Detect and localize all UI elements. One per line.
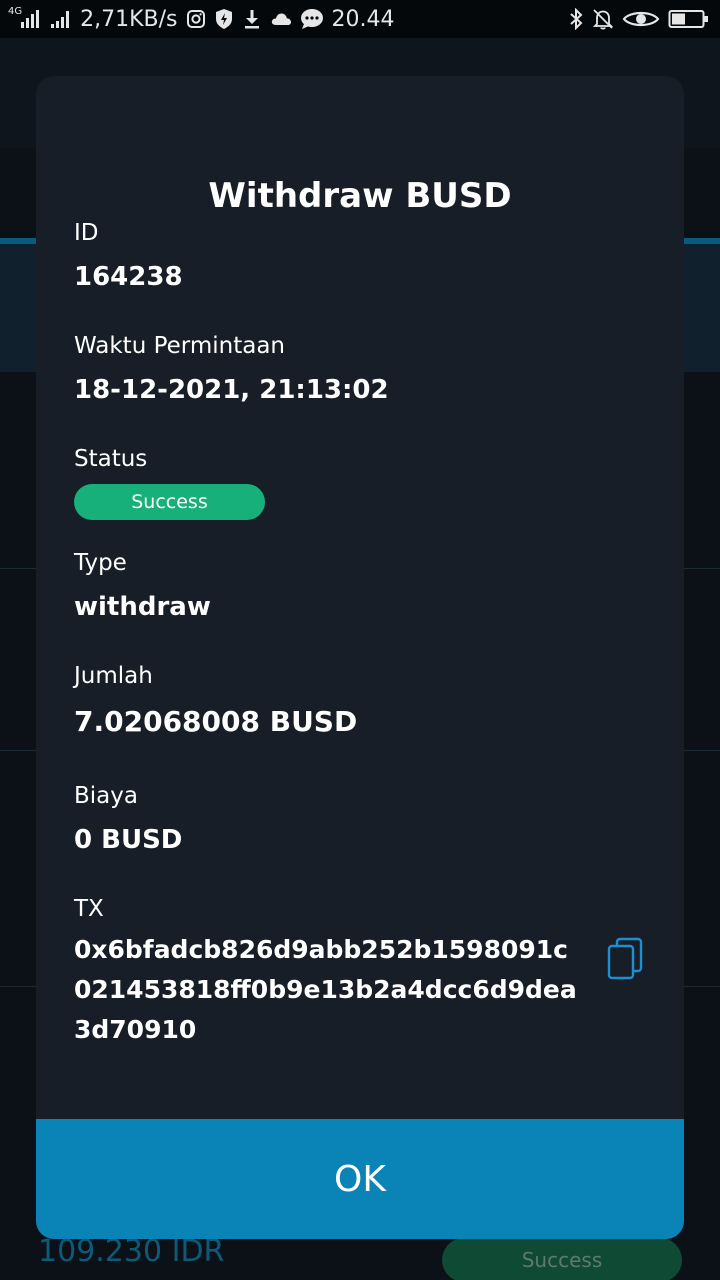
field-label: ID	[74, 220, 99, 246]
field-label: Type	[74, 550, 127, 576]
clock: 20.44	[331, 6, 395, 32]
field-amount: Jumlah 7.02068008 BUSD	[74, 663, 614, 738]
status-badge: Success	[74, 484, 265, 520]
signal-weak-icon	[50, 9, 72, 29]
tx-hash-line: 0x6bfadcb826d9abb252b1598091c	[74, 935, 568, 964]
tx-hash[interactable]: 0x6bfadcb826d9abb252b1598091c 021453818f…	[74, 930, 584, 1050]
copy-icon	[607, 937, 643, 985]
network-type-label: 4G	[8, 6, 23, 17]
cloud-icon	[270, 11, 292, 27]
shield-bolt-icon	[214, 8, 234, 30]
field-type: Type withdraw	[74, 550, 614, 622]
bluetooth-icon	[568, 8, 584, 30]
background-status-badge: Success	[442, 1238, 682, 1280]
field-fee: Biaya 0 BUSD	[74, 783, 614, 855]
field-value: 0 BUSD	[74, 825, 183, 855]
field-label: Jumlah	[74, 663, 153, 689]
dialog-title: Withdraw BUSD	[208, 176, 512, 216]
battery-icon	[668, 8, 710, 30]
field-label: Status	[74, 446, 148, 472]
field-label: TX	[74, 896, 104, 922]
field-status: Status Success	[74, 446, 614, 520]
field-value: 7.02068008 BUSD	[74, 705, 358, 738]
instagram-icon	[186, 9, 206, 29]
copy-tx-button[interactable]	[606, 937, 644, 985]
field-label: Biaya	[74, 783, 138, 809]
field-value: withdraw	[74, 592, 211, 622]
chat-bubble-icon	[300, 8, 324, 30]
download-icon	[242, 8, 262, 30]
status-bar-right	[568, 8, 710, 30]
eye-icon	[622, 8, 660, 30]
field-tx: TX 0x6bfadcb826d9abb252b1598091c 0214538…	[74, 896, 614, 1050]
bell-off-icon	[592, 8, 614, 30]
tx-hash-line: 021453818ff0b9e13b2a4dcc6d9dea	[74, 975, 577, 1004]
status-bar: 4G 2,71KB/s 20.44	[0, 0, 720, 38]
tx-hash-line: 3d70910	[74, 1015, 197, 1044]
network-speed: 2,71KB/s	[80, 6, 178, 32]
field-label: Waktu Permintaan	[74, 333, 285, 359]
signal-icon: 4G	[8, 6, 42, 29]
withdraw-detail-dialog: Withdraw BUSD ID 164238 Waktu Permintaan…	[36, 76, 684, 1239]
field-id: ID 164238	[74, 220, 614, 292]
ok-button[interactable]: OK	[36, 1119, 684, 1239]
field-request-time: Waktu Permintaan 18-12-2021, 21:13:02	[74, 333, 614, 405]
status-bar-left: 4G 2,71KB/s 20.44	[8, 7, 395, 32]
field-value: 164238	[74, 262, 183, 292]
background-amount: 109.230 IDR	[38, 1234, 225, 1269]
field-value: 18-12-2021, 21:13:02	[74, 375, 389, 405]
